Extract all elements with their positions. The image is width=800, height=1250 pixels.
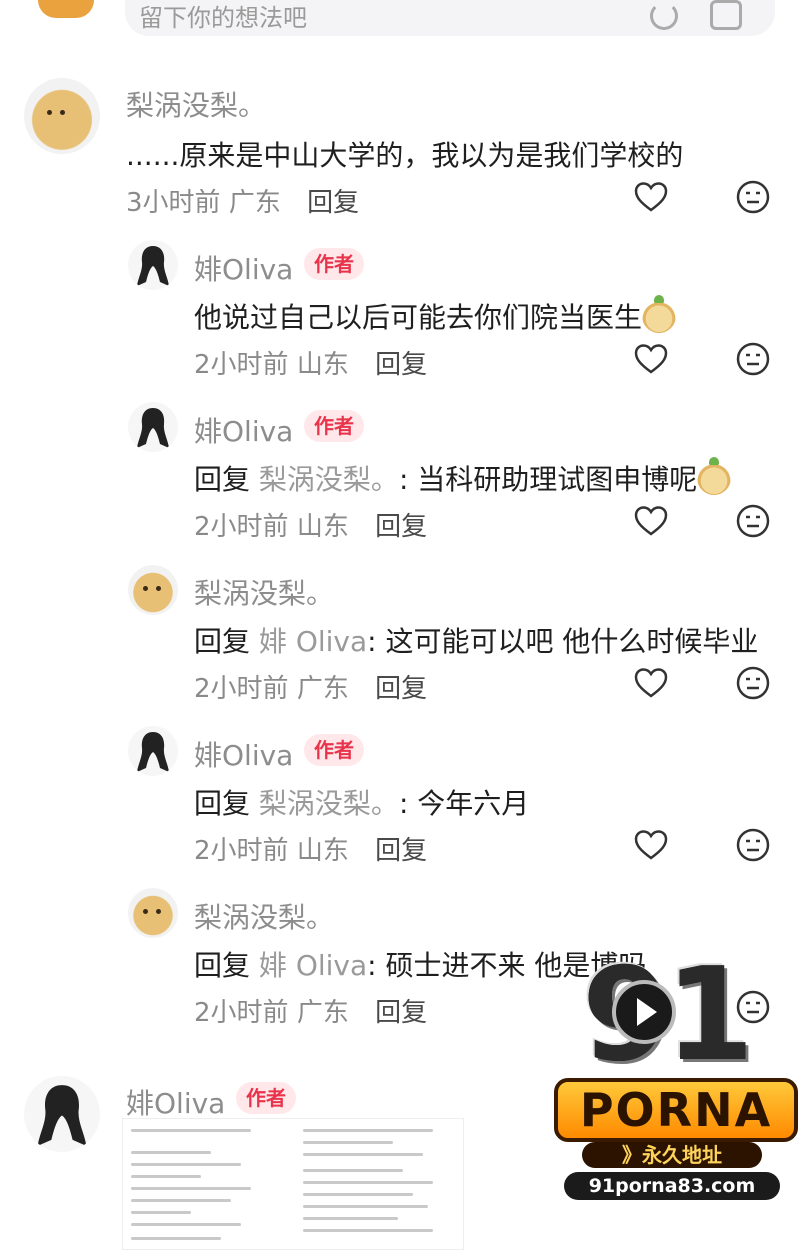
dislike-face-icon[interactable] xyxy=(736,504,770,538)
like-heart-icon[interactable] xyxy=(634,505,668,537)
reply-button[interactable]: 回复 xyxy=(375,836,427,866)
author-badge: 作者 xyxy=(304,410,364,442)
dislike-face-icon[interactable] xyxy=(736,342,770,376)
current-user-avatar xyxy=(38,0,94,18)
avatar[interactable] xyxy=(128,565,178,615)
avatar[interactable] xyxy=(24,78,100,154)
reply-meta: 2小时前 山东 回复 xyxy=(194,344,427,381)
reply-to-user[interactable]: 婔 Oliva xyxy=(259,949,367,982)
avatar[interactable] xyxy=(128,888,178,938)
reply-meta: 2小时前 山东 回复 xyxy=(194,506,427,543)
reply-time: 2小时前 xyxy=(194,512,289,542)
reply-author[interactable]: 梨涡没梨。 xyxy=(194,896,334,936)
reply-region: 山东 xyxy=(296,350,349,380)
reply-button[interactable]: 回复 xyxy=(375,674,427,704)
author-badge: 作者 xyxy=(304,248,364,280)
comment-input[interactable]: 留下你的想法吧 xyxy=(125,0,775,36)
reply-author[interactable]: 婔Oliva xyxy=(194,734,293,774)
comment-time: 3小时前 xyxy=(126,188,221,218)
reply-text: 回复 梨涡没梨。: 当科研助理试图申博呢 xyxy=(194,457,732,498)
avatar[interactable] xyxy=(128,726,178,776)
comment-text: ......原来是中山大学的，我以为是我们学校的 xyxy=(126,139,684,172)
comment-input-placeholder: 留下你的想法吧 xyxy=(139,4,307,32)
author-badge: 作者 xyxy=(304,734,364,766)
watermark-tagline: 》永久地址 xyxy=(582,1142,762,1168)
reply-text: 回复 婔 Oliva: 这可能可以吧 他什么时候毕业 xyxy=(194,625,759,658)
reply-to-user[interactable]: 婔 Oliva xyxy=(259,625,367,658)
dislike-face-icon[interactable] xyxy=(736,180,770,214)
reply-text: 他说过自己以后可能去你们院当医生 xyxy=(194,295,677,336)
avatar[interactable] xyxy=(128,240,178,290)
like-heart-icon[interactable] xyxy=(634,667,668,699)
reply-region: 广东 xyxy=(296,674,349,704)
reply-time: 2小时前 xyxy=(194,350,289,380)
at-mention-icon[interactable] xyxy=(650,2,678,30)
author-badge: 作者 xyxy=(236,1082,296,1114)
reply-to-user[interactable]: 梨涡没梨。 xyxy=(259,463,399,496)
reply-author[interactable]: 婔Oliva xyxy=(194,248,293,288)
reply-text: 回复 梨涡没梨。: 今年六月 xyxy=(194,787,530,820)
reply-time: 2小时前 xyxy=(194,998,289,1028)
attachment-column-right xyxy=(303,1119,453,1249)
dislike-face-icon[interactable] xyxy=(736,666,770,700)
screenshot-attachment[interactable] xyxy=(122,1118,464,1250)
play-icon xyxy=(612,980,676,1044)
dislike-face-icon[interactable] xyxy=(736,828,770,862)
reply-button[interactable]: 回复 xyxy=(375,350,427,380)
watermark-logo: 91 PORNA 》永久地址 91porna83.com xyxy=(552,952,798,1202)
reply-author[interactable]: 梨涡没梨。 xyxy=(194,572,334,612)
reply-button[interactable]: 回复 xyxy=(375,998,427,1028)
comment-author[interactable]: 梨涡没梨。 xyxy=(126,84,266,124)
reply-to-user[interactable]: 梨涡没梨。 xyxy=(259,787,399,820)
reply-button[interactable]: 回复 xyxy=(375,512,427,542)
reply-region: 广东 xyxy=(296,998,349,1028)
like-heart-icon[interactable] xyxy=(634,343,668,375)
reply-author[interactable]: 婔Oliva xyxy=(194,410,293,450)
reply-meta: 2小时前 广东 回复 xyxy=(194,668,427,705)
like-heart-icon[interactable] xyxy=(634,829,668,861)
comment-region: 广东 xyxy=(228,188,281,218)
attachment-column-left xyxy=(131,1119,281,1249)
reply-region: 山东 xyxy=(296,836,349,866)
reply-meta: 2小时前 广东 回复 xyxy=(194,992,427,1029)
image-upload-icon[interactable] xyxy=(710,0,742,30)
comment-author[interactable]: 婔Oliva xyxy=(126,1082,225,1122)
watermark-brand: PORNA xyxy=(554,1078,798,1142)
reply-meta: 2小时前 山东 回复 xyxy=(194,830,427,867)
reply-button[interactable]: 回复 xyxy=(307,188,359,218)
pear-emoji-icon xyxy=(642,295,677,333)
reply-time: 2小时前 xyxy=(194,674,289,704)
avatar[interactable] xyxy=(128,402,178,452)
reply-time: 2小时前 xyxy=(194,836,289,866)
like-heart-icon[interactable] xyxy=(634,181,668,213)
pear-emoji-icon xyxy=(697,457,732,495)
watermark-url: 91porna83.com xyxy=(564,1172,780,1200)
avatar[interactable] xyxy=(24,1076,100,1152)
comment-meta: 3小时前 广东 回复 xyxy=(126,182,359,219)
reply-region: 山东 xyxy=(296,512,349,542)
